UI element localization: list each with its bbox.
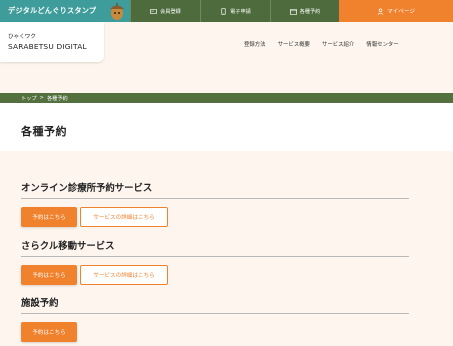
button-row: 予約はこちら (21, 322, 409, 342)
section-facility-reservation: 施設予約 予約はこちら (21, 295, 409, 342)
user-icon (377, 8, 384, 15)
breadcrumb: トップ > 各種予約 (0, 93, 453, 103)
section-heading: オンライン診療所予約サービス (21, 183, 153, 194)
section-divider (21, 256, 409, 257)
topnav-e-application[interactable]: 電子申請 (200, 0, 270, 22)
breadcrumb-current: 各種予約 (46, 95, 68, 102)
nav-service-overview[interactable]: サービス概要 (278, 40, 310, 48)
topnav-member-registration[interactable]: 会員登録 (130, 0, 200, 22)
logo-wordmark: SARABETSU DIGITAL (8, 42, 87, 51)
acorn-mascot-icon (110, 3, 124, 20)
service-details-button[interactable]: サービスの詳細はこちら (80, 265, 168, 285)
top-nav: 会員登録 電子申請 各種予約 マイページ (130, 0, 453, 22)
nav-service-introduction[interactable]: サービス紹介 (322, 40, 354, 48)
main-nav: 登録方法 サービス概要 サービス紹介 情報センター (244, 40, 399, 48)
section-sarakuru-transport: さらクル移動サービス 予約はこちら サービスの詳細はこちら (21, 238, 409, 285)
nav-information-center[interactable]: 情報センター (366, 40, 398, 48)
calendar-icon (289, 8, 297, 15)
section-online-clinic: オンライン診療所予約サービス 予約はこちら サービスの詳細はこちら (21, 180, 409, 227)
digital-stamp-banner[interactable]: デジタルどんぐりスタンプ (0, 0, 130, 22)
section-heading: さらクル移動サービス (21, 241, 115, 252)
section-divider (21, 198, 409, 199)
button-row: 予約はこちら サービスの詳細はこちら (21, 265, 409, 285)
nav-registration-method[interactable]: 登録方法 (244, 40, 266, 48)
reserve-button[interactable]: 予約はこちら (21, 322, 77, 342)
breadcrumb-separator: > (39, 95, 44, 101)
topnav-reservations-label: 各種予約 (299, 8, 321, 15)
section-divider (21, 313, 409, 314)
site-logo[interactable]: ひゃくワク SARABETSU DIGITAL (0, 22, 104, 62)
smartphone-icon (221, 7, 226, 15)
breadcrumb-home[interactable]: トップ (21, 95, 37, 102)
topnav-member-registration-label: 会員登録 (160, 8, 181, 15)
page-title-band: 各種予約 (0, 103, 453, 151)
reserve-button[interactable]: 予約はこちら (21, 265, 77, 285)
logo-tagline: ひゃくワク (8, 34, 36, 40)
button-row: 予約はこちら サービスの詳細はこちら (21, 207, 409, 227)
member-card-icon (150, 8, 158, 14)
top-utility-bar: デジタルどんぐりスタンプ 会員登録 電子申請 各種予約 マイページ (0, 0, 453, 22)
service-details-button[interactable]: サービスの詳細はこちら (80, 207, 168, 227)
topnav-e-application-label: 電子申請 (230, 8, 251, 15)
stamp-label: デジタルどんぐりスタンプ (8, 6, 97, 15)
section-heading: 施設予約 (21, 298, 59, 309)
reserve-button[interactable]: 予約はこちら (21, 207, 77, 227)
topnav-mypage-label: マイページ (387, 9, 415, 15)
page-title: 各種予約 (21, 125, 67, 138)
topnav-mypage[interactable]: マイページ (339, 0, 453, 22)
topnav-reservations[interactable]: 各種予約 (270, 0, 339, 22)
